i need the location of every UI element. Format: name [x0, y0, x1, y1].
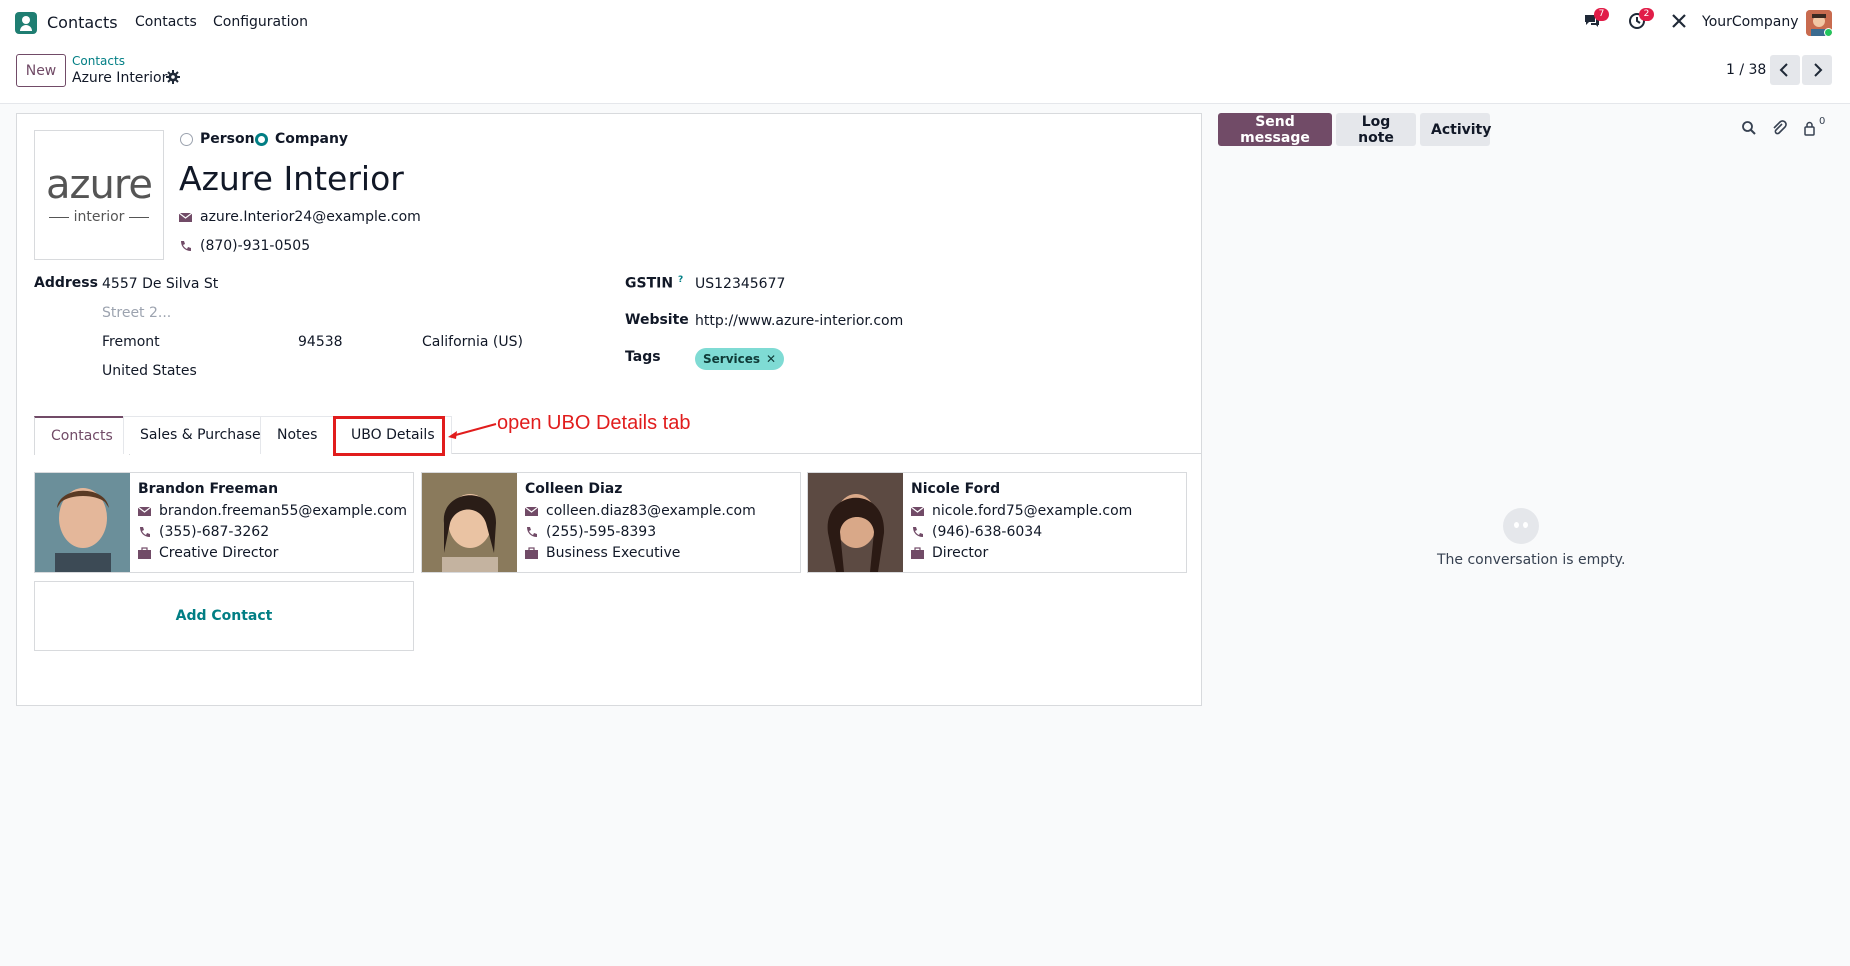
gstin-field[interactable]: US12345677: [695, 276, 785, 292]
tab-contacts[interactable]: Contacts: [34, 416, 130, 455]
contact-card[interactable]: Brandon Freeman brandon.freeman55@exampl…: [34, 472, 414, 573]
annotation-arrow-icon: [448, 423, 497, 439]
email-line[interactable]: azure.Interior24@example.com: [178, 209, 421, 225]
annotation-highlight-box: [333, 416, 445, 456]
envelope-icon: [910, 505, 925, 518]
chevron-left-icon: [1779, 63, 1788, 77]
state-field[interactable]: California (US): [422, 334, 523, 350]
partner-name[interactable]: Azure Interior: [179, 159, 404, 198]
company-logo[interactable]: azure interior: [34, 130, 164, 260]
messages-badge: 7: [1594, 8, 1609, 21]
contact-photo: [35, 473, 130, 572]
gear-icon[interactable]: [166, 70, 180, 84]
briefcase-icon: [138, 546, 151, 560]
breadcrumb-parent[interactable]: Contacts: [72, 54, 125, 68]
envelope-icon: [524, 505, 539, 518]
phone-field[interactable]: (870)-931-0505: [200, 238, 310, 254]
app-name[interactable]: Contacts: [47, 13, 118, 32]
breadcrumb-current: Azure Interior: [72, 70, 168, 86]
user-avatar[interactable]: [1806, 10, 1832, 36]
top-navbar: Contacts Contacts Configuration 7 2 Your…: [0, 0, 1850, 46]
envelope-icon: [137, 505, 152, 518]
log-note-button[interactable]: Log note: [1336, 113, 1416, 146]
tab-notes[interactable]: Notes: [260, 416, 335, 454]
control-panel: New Contacts Azure Interior 1 / 38: [0, 46, 1850, 104]
contact-job: Creative Director: [159, 545, 279, 561]
website-field[interactable]: http://www.azure-interior.com: [695, 313, 903, 329]
contact-photo: [808, 473, 903, 572]
street2-field[interactable]: Street 2...: [102, 305, 171, 321]
followers-lock-icon[interactable]: [1802, 120, 1818, 136]
add-contact-button[interactable]: Add Contact: [34, 581, 414, 651]
tag-services[interactable]: Services ✕: [695, 348, 785, 370]
person-radio-label[interactable]: Person: [200, 131, 255, 147]
contact-phone: (355)-687-3262: [159, 524, 270, 540]
new-button[interactable]: New: [16, 54, 66, 87]
tab-sales-purchase[interactable]: Sales & Purchase: [123, 416, 278, 454]
contacts-app-icon[interactable]: [15, 12, 37, 34]
contact-card[interactable]: Colleen Diaz colleen.diaz83@example.com …: [421, 472, 801, 573]
email-field[interactable]: azure.Interior24@example.com: [200, 209, 421, 225]
phone-icon: [138, 526, 151, 539]
contact-email: nicole.ford75@example.com: [932, 503, 1133, 519]
phone-line[interactable]: (870)-931-0505: [179, 238, 310, 254]
company-switcher[interactable]: YourCompany: [1702, 14, 1799, 30]
chevron-right-icon: [1814, 63, 1823, 77]
contact-phone: (255)-595-8393: [546, 524, 657, 540]
company-radio[interactable]: [255, 133, 268, 146]
company-radio-label[interactable]: Company: [275, 131, 348, 147]
person-radio[interactable]: [180, 133, 193, 146]
contact-job: Business Executive: [546, 545, 681, 561]
contact-name: Colleen Diaz: [525, 481, 623, 497]
contact-name: Nicole Ford: [911, 481, 1001, 497]
zip-field[interactable]: 94538: [298, 334, 343, 350]
briefcase-icon: [911, 546, 924, 560]
followers-count: 0: [1819, 116, 1826, 127]
tags-label: Tags: [625, 349, 661, 365]
empty-conversation-text: The conversation is empty.: [1437, 552, 1626, 568]
annotation-text: open UBO Details tab: [497, 412, 691, 434]
envelope-icon: [178, 211, 193, 224]
city-field[interactable]: Fremont: [102, 334, 160, 350]
gstin-help-icon[interactable]: ?: [678, 275, 683, 285]
chat-icon[interactable]: 7: [1583, 8, 1609, 32]
address-label: Address: [34, 275, 98, 291]
phone-icon: [525, 526, 538, 539]
contact-card[interactable]: Nicole Ford nicole.ford75@example.com (9…: [807, 472, 1187, 573]
online-status-dot: [1824, 28, 1832, 36]
pager-previous-button[interactable]: [1770, 55, 1800, 85]
send-message-button[interactable]: Send message: [1218, 113, 1332, 146]
activities-badge: 2: [1639, 8, 1654, 21]
empty-conversation-icon: [1503, 508, 1539, 544]
phone-icon: [911, 526, 924, 539]
contact-email: brandon.freeman55@example.com: [159, 503, 407, 519]
pager-value[interactable]: 1 / 38: [1726, 62, 1766, 78]
logo-sub: interior: [44, 209, 155, 225]
logo-word: azure: [45, 162, 153, 208]
briefcase-icon: [525, 546, 538, 560]
website-label: Website: [625, 312, 689, 328]
form-sheet: azure interior Person Company Azure Inte…: [16, 113, 1202, 706]
tag-remove-icon[interactable]: ✕: [766, 352, 776, 366]
contact-email: colleen.diaz83@example.com: [546, 503, 756, 519]
clock-icon[interactable]: 2: [1628, 8, 1654, 32]
gstin-label: GSTIN ?: [625, 275, 684, 292]
contact-job: Director: [932, 545, 989, 561]
contact-phone: (946)-638-6034: [932, 524, 1043, 540]
paperclip-icon[interactable]: [1771, 120, 1787, 136]
country-field[interactable]: United States: [102, 363, 197, 379]
tools-icon[interactable]: [1670, 12, 1690, 32]
menu-contacts[interactable]: Contacts: [135, 14, 197, 30]
menu-configuration[interactable]: Configuration: [213, 14, 308, 30]
contact-name: Brandon Freeman: [138, 481, 279, 497]
search-icon[interactable]: [1741, 120, 1757, 136]
activity-button[interactable]: Activity: [1420, 113, 1491, 146]
pager-next-button[interactable]: [1802, 55, 1832, 85]
contact-photo: [422, 473, 517, 572]
street-field[interactable]: 4557 De Silva St: [102, 276, 218, 292]
tag-label: Services: [703, 352, 761, 366]
phone-icon: [179, 240, 192, 253]
